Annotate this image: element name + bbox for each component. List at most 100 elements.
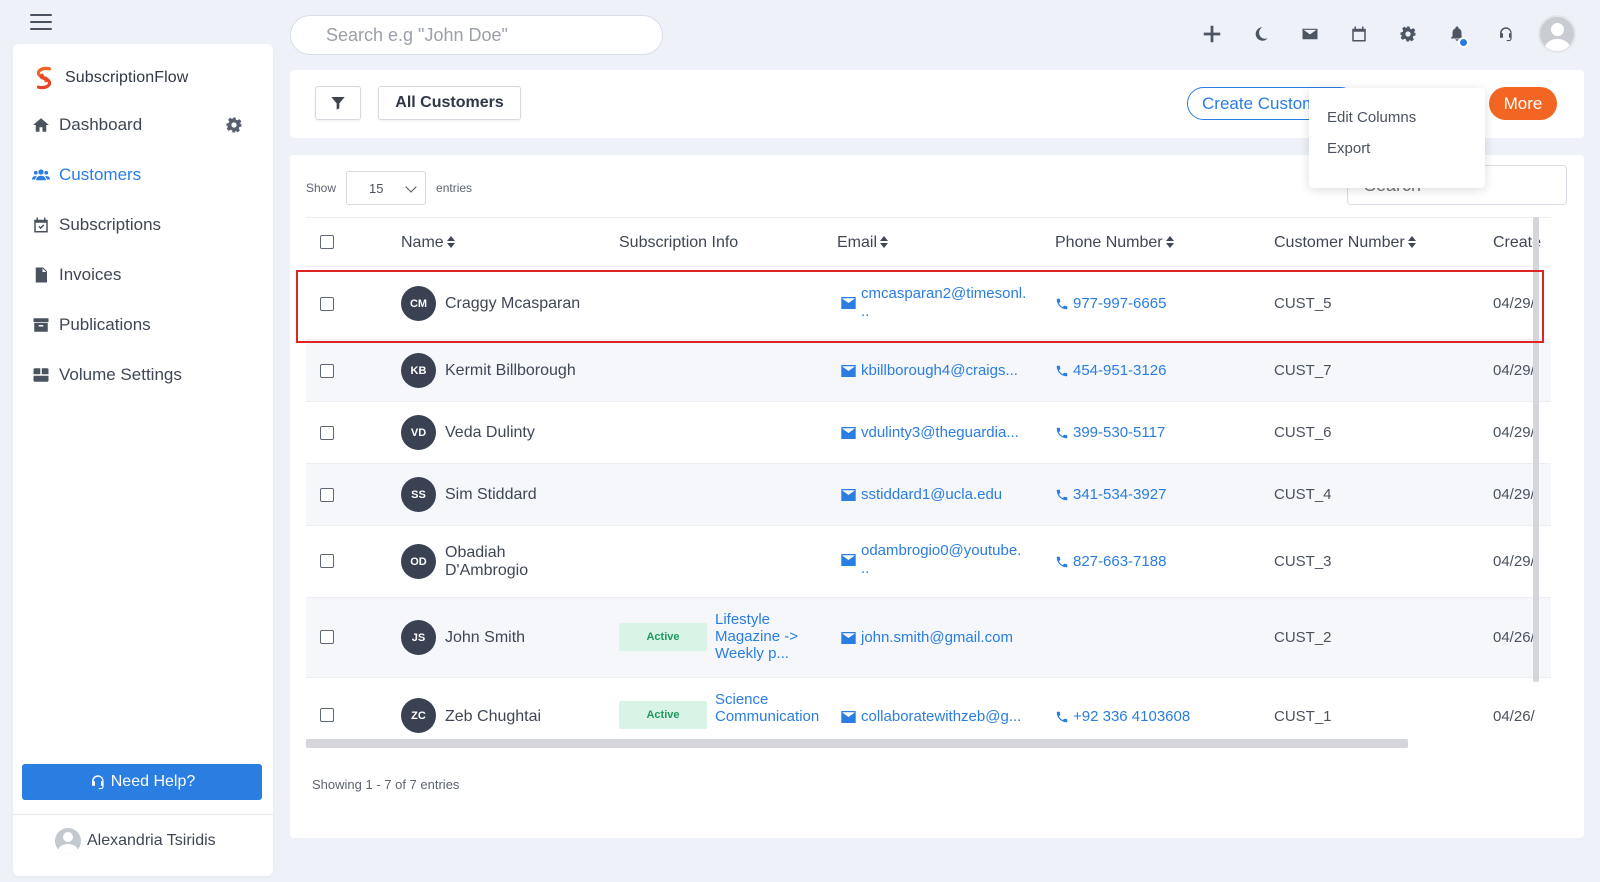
menu-item-export[interactable]: Export	[1309, 133, 1485, 164]
table-row[interactable]: VD Veda Dulinty vdulinty3@theguardia... …	[306, 402, 1551, 464]
customer-avatar: KB	[401, 353, 436, 388]
moon-icon[interactable]	[1236, 12, 1285, 56]
customers-table-card: Show 15 entries Name Subscription Info E…	[290, 155, 1584, 838]
gear-icon[interactable]	[1383, 12, 1432, 56]
created-date: 04/29/	[1493, 362, 1535, 379]
sidebar-item-publications[interactable]: Publications	[13, 300, 273, 350]
row-checkbox[interactable]	[320, 426, 334, 440]
entries-value: 15	[369, 180, 384, 196]
customer-number: CUST_3	[1274, 553, 1332, 570]
need-help-label: Need Help?	[110, 773, 196, 790]
menu-item-edit-columns[interactable]: Edit Columns	[1309, 102, 1485, 133]
boxes-icon	[31, 365, 51, 385]
row-checkbox[interactable]	[320, 554, 334, 568]
sidebar-item-subscriptions[interactable]: Subscriptions	[13, 200, 273, 250]
column-header-name[interactable]: Name	[401, 234, 455, 252]
row-checkbox[interactable]	[320, 708, 334, 722]
filter-button[interactable]	[315, 86, 361, 120]
sidebar-item-invoices[interactable]: Invoices	[13, 250, 273, 300]
sort-icon	[446, 236, 455, 248]
entries-label: entries	[436, 181, 473, 195]
brand-logo[interactable]: SubscriptionFlow	[33, 66, 188, 90]
customer-name[interactable]: Obadiah D'Ambrogio	[445, 544, 528, 580]
column-header-email[interactable]: Email	[837, 234, 889, 252]
user-avatar[interactable]	[1538, 15, 1576, 53]
table-info: Showing 1 - 7 of 7 entries	[312, 777, 460, 792]
column-header-customer-number[interactable]: Customer Number	[1274, 234, 1416, 252]
bell-icon[interactable]	[1432, 12, 1481, 56]
customer-number: CUST_6	[1274, 424, 1332, 441]
calendar-icon[interactable]	[1334, 12, 1383, 56]
customer-email[interactable]: john.smith@gmail.com	[841, 629, 1013, 647]
sidebar-item-label: Dashboard	[59, 115, 143, 134]
row-checkbox[interactable]	[320, 488, 334, 502]
customer-phone[interactable]: 399-530-5117	[1055, 424, 1165, 441]
subscription-plan-link[interactable]: Science Communication	[715, 691, 819, 725]
customer-email[interactable]: sstiddard1@ucla.edu	[841, 486, 1002, 504]
global-search-input[interactable]	[290, 15, 663, 55]
customer-email[interactable]: cmcasparan2@timesonl. ..	[841, 285, 1026, 321]
sidebar-user[interactable]: Alexandria Tsiridis	[55, 828, 216, 854]
table-row[interactable]: CM Craggy Mcasparan cmcasparan2@timesonl…	[306, 267, 1551, 340]
customer-number: CUST_2	[1274, 629, 1332, 646]
filter-icon	[331, 97, 345, 110]
sidebar-item-volume-settings[interactable]: Volume Settings	[13, 350, 273, 400]
customer-number: CUST_1	[1274, 708, 1332, 725]
customer-phone[interactable]: 454-951-3126	[1055, 362, 1166, 379]
table-row[interactable]: KB Kermit Billborough kbillborough4@crai…	[306, 340, 1551, 402]
customer-avatar: OD	[401, 544, 436, 579]
phone-icon	[1056, 427, 1068, 438]
table-row[interactable]: JS John Smith Active Lifestyle Magazine …	[306, 598, 1551, 678]
table-row[interactable]: ZC Zeb Chughtai Active Science Communica…	[306, 678, 1551, 742]
customer-email[interactable]: odambrogio0@youtube. ..	[841, 542, 1021, 578]
customer-phone[interactable]: 977-997-6665	[1055, 295, 1166, 312]
envelope-icon[interactable]	[1285, 12, 1334, 56]
customer-avatar: SS	[401, 477, 436, 512]
customer-name[interactable]: Zeb Chughtai	[445, 708, 541, 726]
phone-icon	[1056, 298, 1068, 309]
row-checkbox[interactable]	[320, 297, 334, 311]
sidebar-item-label: Publications	[59, 315, 151, 334]
customer-name[interactable]: Veda Dulinty	[445, 424, 535, 442]
archive-icon	[31, 315, 51, 335]
more-button[interactable]: More	[1489, 87, 1557, 120]
sidebar-item-label: Volume Settings	[59, 365, 182, 384]
customer-avatar: ZC	[401, 698, 436, 733]
customer-name[interactable]: John Smith	[445, 629, 525, 647]
entries-length-control: Show 15 entries	[306, 171, 472, 205]
sidebar-item-customers[interactable]: Customers	[13, 150, 273, 200]
top-icon-bar	[1187, 12, 1576, 56]
envelope-icon	[841, 365, 856, 377]
row-checkbox[interactable]	[320, 364, 334, 378]
select-all-checkbox[interactable]	[320, 235, 334, 249]
table-row[interactable]: OD Obadiah D'Ambrogio odambrogio0@youtub…	[306, 526, 1551, 598]
hamburger-menu-icon[interactable]	[30, 14, 52, 30]
customer-phone[interactable]: 341-534-3927	[1055, 486, 1166, 503]
envelope-icon	[841, 632, 856, 644]
customer-name[interactable]: Kermit Billborough	[445, 362, 576, 380]
customer-email[interactable]: collaboratewithzeb@g...	[841, 708, 1021, 726]
customer-email[interactable]: vdulinty3@theguardia...	[841, 424, 1019, 442]
customer-name[interactable]: Craggy Mcasparan	[445, 295, 580, 313]
need-help-button[interactable]: Need Help?	[22, 764, 262, 800]
row-checkbox[interactable]	[320, 630, 334, 644]
customer-phone[interactable]: +92 336 4103608	[1055, 708, 1190, 725]
customer-email[interactable]: kbillborough4@craigs...	[841, 362, 1018, 380]
subscription-plan-link[interactable]: Lifestyle Magazine -> Weekly p...	[715, 611, 798, 662]
column-header-phone-number[interactable]: Phone Number	[1055, 234, 1174, 252]
created-date: 04/29/	[1493, 295, 1535, 312]
customer-name[interactable]: Sim Stiddard	[445, 486, 537, 504]
plus-icon[interactable]	[1187, 12, 1236, 56]
sidebar-item-dashboard[interactable]: Dashboard	[13, 100, 273, 150]
customer-phone[interactable]: 827-663-7188	[1055, 553, 1166, 570]
entries-per-page-select[interactable]: 15	[346, 171, 427, 205]
dashboard-settings-gear-icon[interactable]	[225, 116, 243, 134]
vertical-scrollbar[interactable]	[1533, 217, 1539, 682]
customer-number: CUST_7	[1274, 362, 1332, 379]
horizontal-scrollbar[interactable]	[306, 739, 1408, 748]
all-customers-view-button[interactable]: All Customers	[378, 86, 521, 120]
headset-icon[interactable]	[1481, 12, 1530, 56]
column-header-subscription-info: Subscription Info	[619, 234, 739, 251]
user-name: Alexandria Tsiridis	[87, 832, 216, 849]
table-row[interactable]: SS Sim Stiddard sstiddard1@ucla.edu 341-…	[306, 464, 1551, 526]
